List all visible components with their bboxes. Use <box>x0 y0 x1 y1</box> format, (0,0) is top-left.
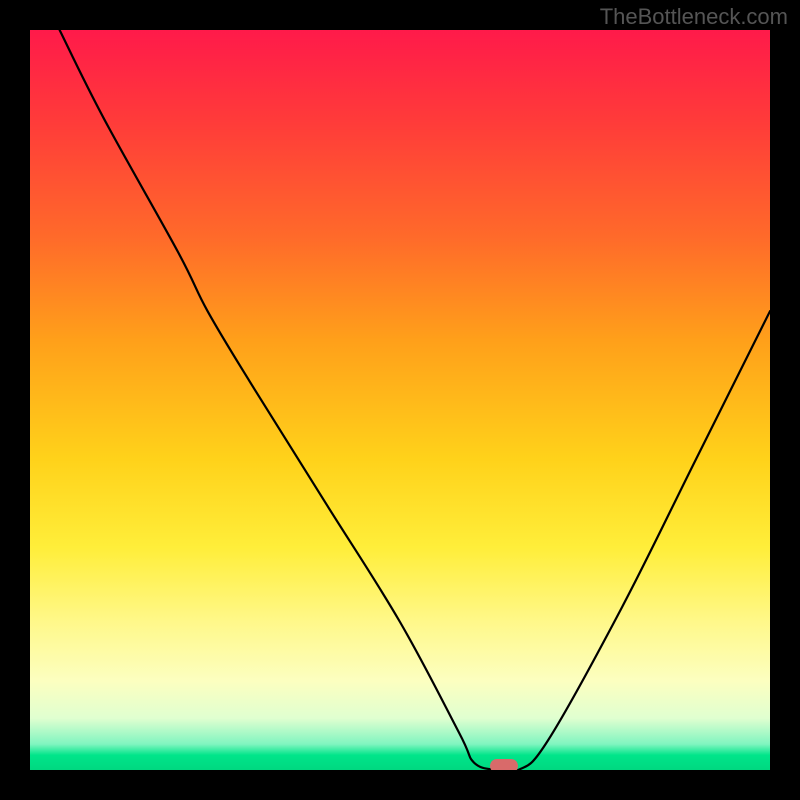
bottleneck-curve-path <box>60 30 770 770</box>
minimum-marker <box>490 759 518 770</box>
watermark-text: TheBottleneck.com <box>600 4 788 30</box>
plot-area <box>30 30 770 770</box>
bottleneck-curve-svg <box>30 30 770 770</box>
